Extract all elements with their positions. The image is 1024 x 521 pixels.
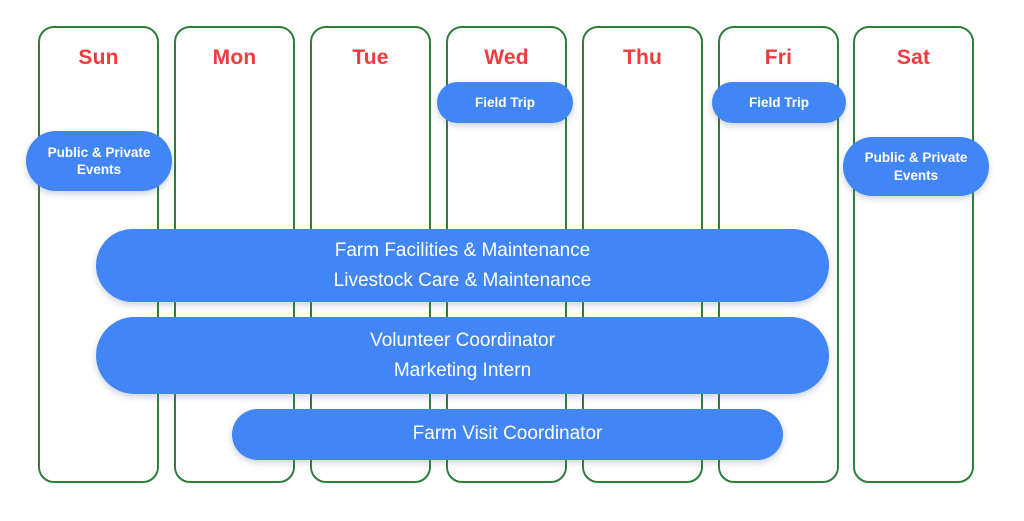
pill-line-1: Farm Facilities & Maintenance xyxy=(334,240,591,262)
day-label-sun: Sun xyxy=(78,46,119,69)
pill-line-1: Public & Private xyxy=(47,144,151,160)
pill-line-2: Marketing Intern xyxy=(393,359,532,381)
event-pill-sun-public-private-events[interactable]: Public & Private Events xyxy=(26,131,172,191)
event-pill-wed-field-trip[interactable]: Field Trip xyxy=(437,82,573,123)
pill-line-2: Events xyxy=(76,162,122,177)
pill-line-2: Livestock Care & Maintenance xyxy=(333,269,592,291)
day-label-fri: Fri xyxy=(764,46,793,69)
pill-line-1: Field Trip xyxy=(748,94,809,110)
role-bar-farm-facilities-maintenance[interactable]: Farm Facilities & Maintenance Livestock C… xyxy=(96,229,829,302)
pill-line-2: Events xyxy=(893,167,939,183)
day-label-tue: Tue xyxy=(352,46,389,69)
event-pill-fri-field-trip[interactable]: Field Trip xyxy=(712,82,846,123)
day-label-sat: Sat xyxy=(896,46,931,69)
day-label-thu: Thu xyxy=(622,46,663,69)
day-label-wed: Wed xyxy=(484,46,529,69)
day-label-mon: Mon xyxy=(212,46,257,69)
pill-line-1: Farm Visit Coordinator xyxy=(412,423,603,445)
weekly-schedule-diagram: Sun Mon Tue Wed Thu Fri Sat Public & Private Ev… xyxy=(0,0,1024,521)
role-bar-farm-visit-coordinator[interactable]: Farm Visit Coordinator xyxy=(232,409,783,460)
role-bar-volunteer-coordinator[interactable]: Volunteer Coordinator Marketing Intern xyxy=(96,317,829,394)
pill-line-1: Public & Private xyxy=(864,150,968,166)
day-column-sat[interactable] xyxy=(853,26,974,483)
pill-line-1: Volunteer Coordinator xyxy=(370,330,555,352)
event-pill-sat-public-private-events[interactable]: Public & Private Events xyxy=(843,137,989,196)
pill-line-1: Field Trip xyxy=(474,94,535,110)
